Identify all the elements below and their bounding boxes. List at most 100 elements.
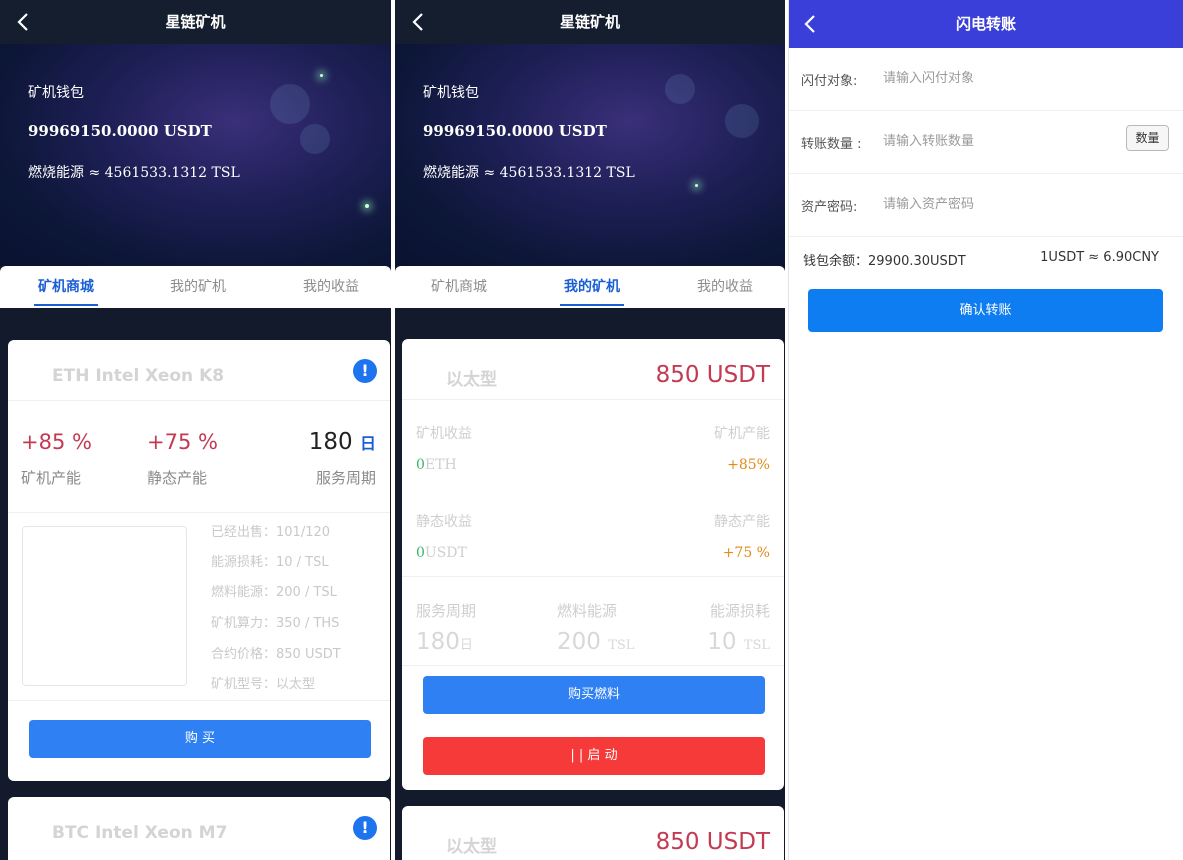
miner-income-value: 0ETH xyxy=(416,457,457,473)
quantity-button[interactable]: 数量 xyxy=(1126,125,1169,151)
tab-label: 我的收益 xyxy=(697,279,753,295)
energy-loss-number: 10 xyxy=(707,629,737,655)
wallet-balance: 99969150.0000 USDT xyxy=(423,122,607,140)
star-light xyxy=(365,204,369,208)
miner-income-number: 0 xyxy=(416,457,425,473)
tab-bar: 矿机商城 我的矿机 我的收益 xyxy=(395,266,785,308)
password-row: 资产密码: xyxy=(789,174,1183,237)
spec-sold: 已经出售：101/120 xyxy=(211,525,331,540)
bokeh-light xyxy=(270,84,310,124)
miner-product-card: BTC Intel Xeon M7 ! xyxy=(8,797,390,860)
miner-price: 850 USDT xyxy=(655,362,770,388)
miner-product-card: ETH Intel Xeon K8 ! +85 % 矿机产能 +75 % 静态产… xyxy=(8,340,390,781)
service-period-label: 服务周期 xyxy=(416,602,477,620)
miner-capacity-label: 矿机产能 xyxy=(21,469,82,487)
wallet-balance: 钱包余额：29900.30USDT xyxy=(803,254,966,269)
divider xyxy=(8,512,390,513)
flash-transfer-screen: 闪电转账 闪付对象: 转账数量 : 数量 资产密码: 钱包余额：29900.30… xyxy=(788,0,1183,860)
service-period-unit: 日 xyxy=(459,638,473,653)
spec-energy-loss: 能源损耗：10 / TSL xyxy=(211,555,329,570)
wallet-banner: 矿机钱包 99969150.0000 USDT 燃烧能源 ≈ 4561533.1… xyxy=(0,44,391,266)
my-miners-screen: 星链矿机 矿机钱包 99969150.0000 USDT 燃烧能源 ≈ 4561… xyxy=(395,0,785,860)
exchange-rate: 1USDT ≈ 6.90CNY xyxy=(1040,250,1159,265)
tab-miner-shop[interactable]: 矿机商城 xyxy=(30,266,102,308)
miner-type: 以太型 xyxy=(446,370,497,390)
tab-label: 我的矿机 xyxy=(564,279,620,295)
miner-name: ETH Intel Xeon K8 xyxy=(52,366,225,386)
static-capacity-value: +75 % xyxy=(722,545,770,561)
confirm-transfer-button[interactable]: 确认转账 xyxy=(808,289,1163,332)
tab-miner-shop[interactable]: 矿机商城 xyxy=(423,266,495,308)
energy-loss-unit: TSL xyxy=(743,638,770,653)
divider xyxy=(402,665,784,666)
tab-my-earnings[interactable]: 我的收益 xyxy=(689,266,761,308)
info-icon[interactable]: ! xyxy=(353,359,377,383)
divider xyxy=(8,400,390,401)
tab-label: 我的矿机 xyxy=(170,279,226,295)
password-input[interactable] xyxy=(883,188,1113,220)
top-bar: 闪电转账 xyxy=(789,0,1183,48)
static-income-label: 静态收益 xyxy=(416,514,472,530)
static-capacity-label: 静态产能 xyxy=(147,469,208,487)
divider xyxy=(402,399,784,400)
bokeh-light xyxy=(300,124,330,154)
miner-capacity-label: 矿机产能 xyxy=(714,426,770,442)
password-label: 资产密码: xyxy=(801,200,858,215)
tab-my-miners[interactable]: 我的矿机 xyxy=(162,266,234,308)
static-capacity-label: 静态产能 xyxy=(714,514,770,530)
service-period-label: 服务周期 xyxy=(315,469,376,487)
miner-income-unit: ETH xyxy=(424,457,457,473)
service-period-number: 180 xyxy=(416,629,460,655)
divider xyxy=(8,700,390,701)
spec-fuel-energy: 燃料能源：200 / TSL xyxy=(211,585,337,600)
amount-label: 转账数量 : xyxy=(801,137,862,152)
service-period-number: 180 xyxy=(308,429,353,455)
star-light xyxy=(695,184,698,187)
miner-price: 850 USDT xyxy=(655,829,770,855)
start-miner-button[interactable]: | | 启 动 xyxy=(423,737,765,775)
static-income-number: 0 xyxy=(416,545,425,561)
spec-contract-price: 合约价格：850 USDT xyxy=(211,647,341,662)
tab-my-miners[interactable]: 我的矿机 xyxy=(556,266,628,308)
wallet-label: 矿机钱包 xyxy=(28,85,84,101)
tab-label: 我的收益 xyxy=(303,279,359,295)
tab-label: 矿机商城 xyxy=(38,279,94,295)
tab-label: 矿机商城 xyxy=(431,279,487,295)
screenshot-collage: 星链矿机 矿机钱包 99969150.0000 USDT 燃烧能源 ≈ 4561… xyxy=(0,0,1183,860)
miner-name: BTC Intel Xeon M7 xyxy=(52,823,228,843)
buy-button[interactable]: 购 买 xyxy=(29,720,371,758)
divider xyxy=(402,576,784,577)
bokeh-light xyxy=(725,104,759,138)
buy-fuel-button[interactable]: 购买燃料 xyxy=(423,676,765,714)
amount-input[interactable] xyxy=(883,125,1113,157)
active-tab-underline xyxy=(560,304,624,306)
top-bar: 星链矿机 xyxy=(0,0,391,44)
recipient-label: 闪付对象: xyxy=(801,74,858,89)
page-title: 闪电转账 xyxy=(955,15,1016,33)
page-title: 星链矿机 xyxy=(165,13,226,31)
service-period-value: 180 日 xyxy=(309,429,376,455)
tab-bar: 矿机商城 我的矿机 我的收益 xyxy=(0,266,391,308)
tab-my-earnings[interactable]: 我的收益 xyxy=(295,266,367,308)
amount-row: 转账数量 : 数量 xyxy=(789,111,1183,174)
my-miner-card: 以太型 850 USDT 矿机收益 矿机产能 0ETH +85% 静态收益 静态… xyxy=(402,339,784,790)
burn-energy: 燃烧能源 ≈ 4561533.1312 TSL xyxy=(423,165,635,181)
recipient-input[interactable] xyxy=(883,62,1113,94)
wallet-label: 矿机钱包 xyxy=(423,85,479,101)
fuel-energy-label: 燃料能源 xyxy=(557,602,618,620)
top-bar: 星链矿机 xyxy=(395,0,785,44)
miner-type: 以太型 xyxy=(446,837,497,857)
energy-loss-label: 能源损耗 xyxy=(709,602,770,620)
bokeh-light xyxy=(665,74,695,104)
wallet-balance: 99969150.0000 USDT xyxy=(28,122,212,140)
star-light xyxy=(320,74,323,77)
wallet-banner: 矿机钱包 99969150.0000 USDT 燃烧能源 ≈ 4561533.1… xyxy=(395,44,785,266)
fuel-energy-number: 200 xyxy=(557,629,601,655)
info-icon[interactable]: ! xyxy=(353,816,377,840)
miner-image-placeholder xyxy=(22,526,187,686)
burn-energy: 燃烧能源 ≈ 4561533.1312 TSL xyxy=(28,165,240,181)
energy-loss-value: 10 TSL xyxy=(707,629,770,655)
recipient-row: 闪付对象: xyxy=(789,48,1183,111)
service-period-value: 180日 xyxy=(416,629,473,655)
static-capacity-value: +75 % xyxy=(147,430,218,454)
